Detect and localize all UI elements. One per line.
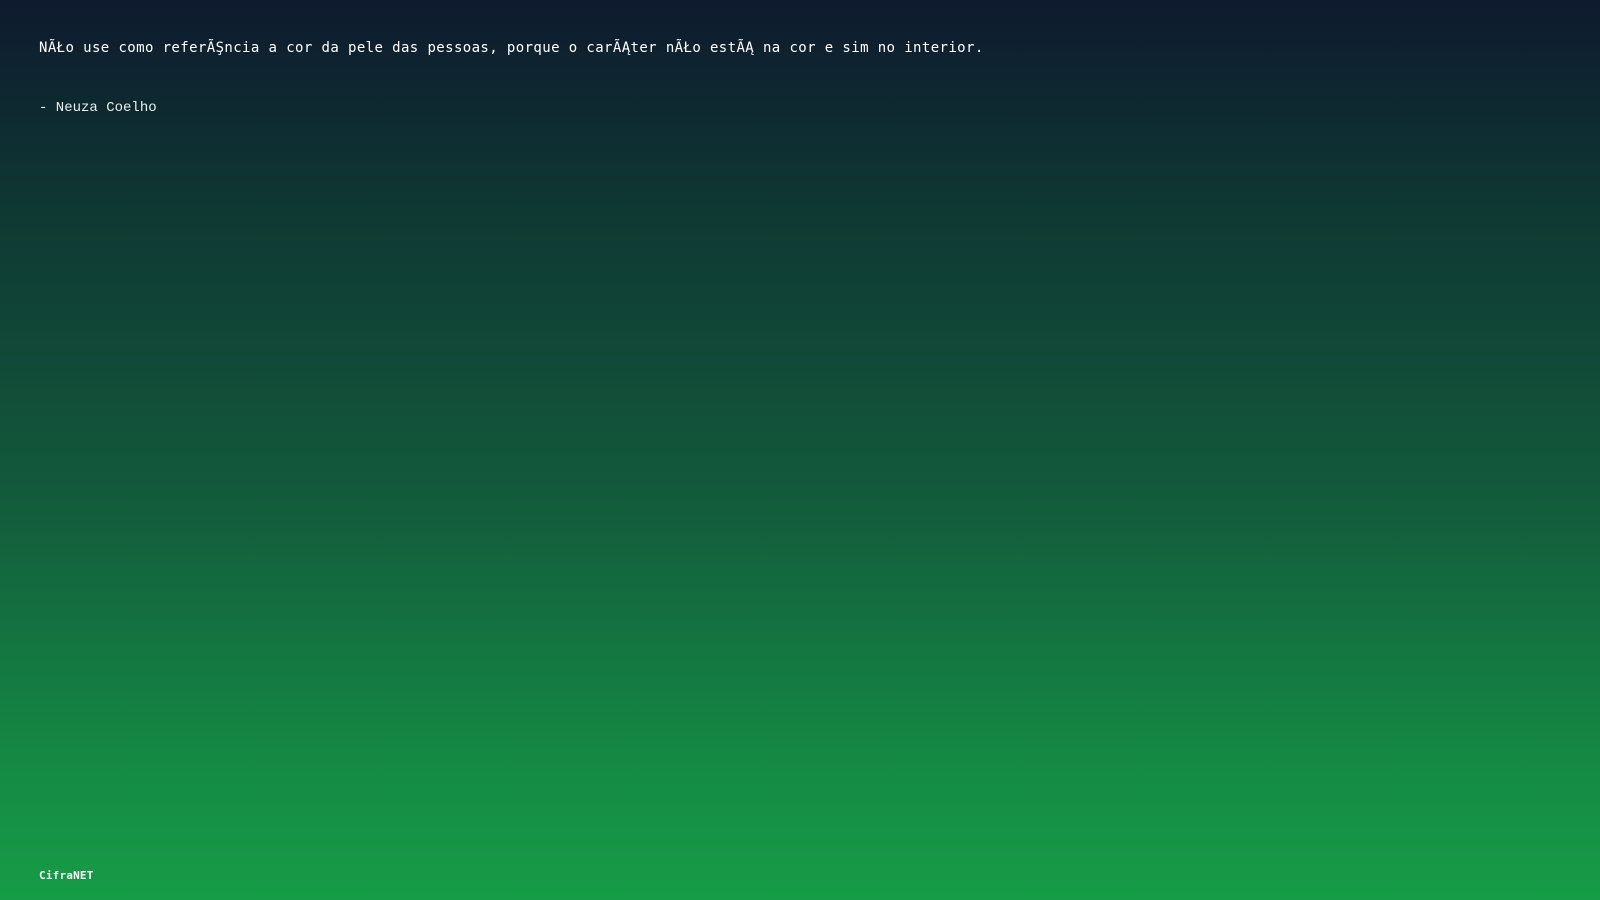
brand-label: CifraNET [39, 869, 94, 882]
quote-block: NÃŁo use como referÃŞncia a cor da pele … [39, 38, 1439, 118]
quote-author: - Neuza Coelho [39, 100, 157, 116]
quote-text: NÃŁo use como referÃŞncia a cor da pele … [39, 40, 984, 56]
